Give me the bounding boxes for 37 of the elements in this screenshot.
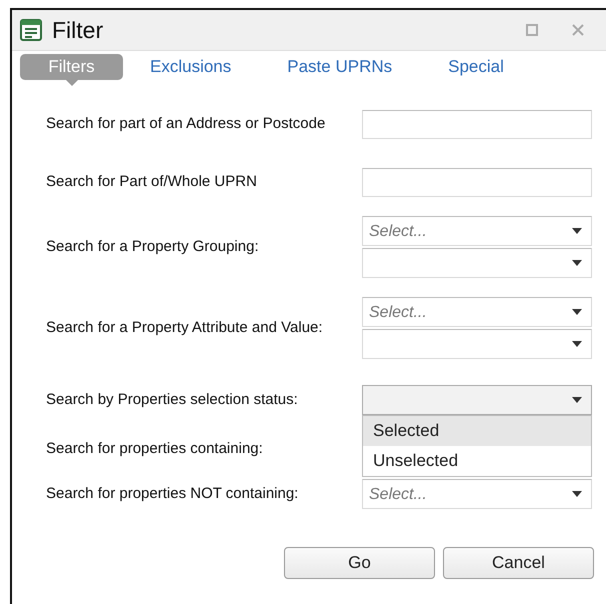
menu-option[interactable]: Selected	[363, 416, 591, 446]
caret-icon	[572, 397, 582, 403]
input-field[interactable]	[362, 110, 592, 138]
input-field[interactable]	[362, 168, 592, 196]
close-icon[interactable]	[572, 24, 584, 36]
window-title: Filter	[52, 16, 104, 44]
tab[interactable]: Exclusions	[150, 54, 232, 80]
caret-icon	[572, 228, 582, 234]
tab[interactable]: Paste UPRNs	[287, 54, 392, 80]
field-label: Search for properties containing:	[46, 439, 264, 459]
dropdown[interactable]	[362, 385, 592, 415]
dropdown[interactable]: Select...	[362, 479, 592, 509]
dropdown[interactable]: Select...	[362, 216, 592, 246]
tab-pointer-icon	[66, 80, 78, 86]
caret-icon	[572, 491, 582, 497]
caret-icon	[572, 309, 582, 315]
maximize-icon[interactable]	[526, 24, 538, 36]
field-label: Search for part of an Address or Postcode	[46, 114, 326, 134]
cancel-button[interactable]: Cancel	[443, 547, 594, 579]
placeholder: Select...	[369, 304, 427, 321]
placeholder: Select...	[369, 223, 427, 240]
go-button[interactable]: Go	[284, 547, 435, 579]
placeholder: Select...	[369, 486, 427, 503]
field-label: Search by Properties selection status:	[46, 390, 299, 410]
tab[interactable]: Special	[448, 54, 504, 80]
menu-option[interactable]: Unselected	[363, 446, 591, 476]
field-label: Search for properties NOT containing:	[46, 484, 300, 504]
field-label: Search for a Property Grouping:	[46, 237, 260, 257]
field-label: Search for Part of/Whole UPRN	[46, 172, 258, 192]
window-icon	[20, 19, 42, 41]
dropdown[interactable]	[362, 329, 592, 359]
tab[interactable]: Filters	[20, 54, 123, 80]
caret-icon	[572, 260, 582, 266]
dropdown[interactable]	[362, 248, 592, 278]
field-label: Search for a Property Attribute and Value:	[46, 318, 324, 338]
dropdown[interactable]: Select...	[362, 297, 592, 327]
caret-icon	[572, 341, 582, 347]
